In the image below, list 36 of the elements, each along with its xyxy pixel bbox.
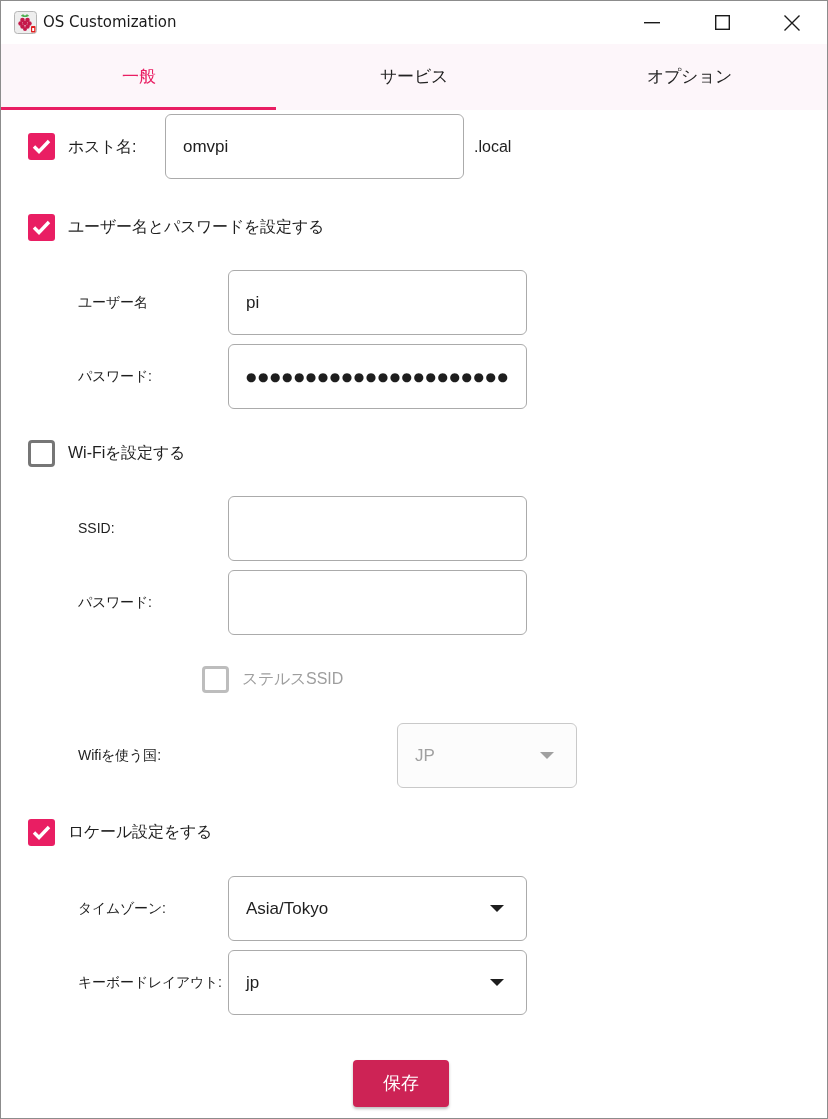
field-label: パスワード: (78, 367, 153, 386)
save-button[interactable]: 保存 (352, 1060, 449, 1107)
checkbox[interactable] (28, 133, 55, 160)
close-icon (784, 14, 800, 31)
checkbox-label: ホスト名: (68, 136, 138, 157)
password-field[interactable] (228, 570, 527, 635)
tab[interactable]: サービス (276, 44, 552, 110)
maximize-icon (714, 15, 730, 30)
checkbox-label: ロケール設定をする (68, 822, 212, 842)
password-field[interactable]: ●●●●●●●●●●●●●●●●●●●●●● (228, 344, 527, 409)
text-field[interactable] (228, 496, 527, 561)
caret-icon (490, 905, 504, 912)
text-field[interactable]: pi (228, 270, 527, 335)
field-label: キーボードレイアウト: (78, 973, 223, 992)
caret-icon (490, 979, 504, 986)
tab[interactable]: オプション (551, 44, 827, 110)
checkbox-label: ステルスSSID (242, 669, 344, 689)
domain-suffix: .local (474, 136, 512, 157)
field-label: パスワード: (78, 593, 153, 612)
field-label: SSID: (78, 519, 116, 538)
text-field[interactable]: omvpi (165, 114, 464, 179)
dropdown[interactable]: Asia/Tokyo (228, 876, 527, 941)
dropdown[interactable]: jp (228, 950, 527, 1015)
tab[interactable]: 一般 (1, 44, 277, 110)
raspberry-icon (14, 11, 37, 34)
checkbox[interactable] (28, 213, 55, 241)
field-label: Wifiを使う国: (78, 746, 163, 765)
checkbox[interactable] (28, 439, 55, 467)
checkbox[interactable] (28, 818, 55, 846)
field-label: ユーザー名 (78, 293, 149, 312)
window-title: OS Customization (43, 12, 177, 34)
field-label: タイムゾーン: (78, 899, 167, 918)
minimize-icon (644, 21, 660, 24)
caret-icon (540, 752, 554, 759)
checkbox-label: ユーザー名とパスワードを設定する (68, 217, 324, 237)
checkbox-label: Wi-Fiを設定する (68, 443, 186, 463)
